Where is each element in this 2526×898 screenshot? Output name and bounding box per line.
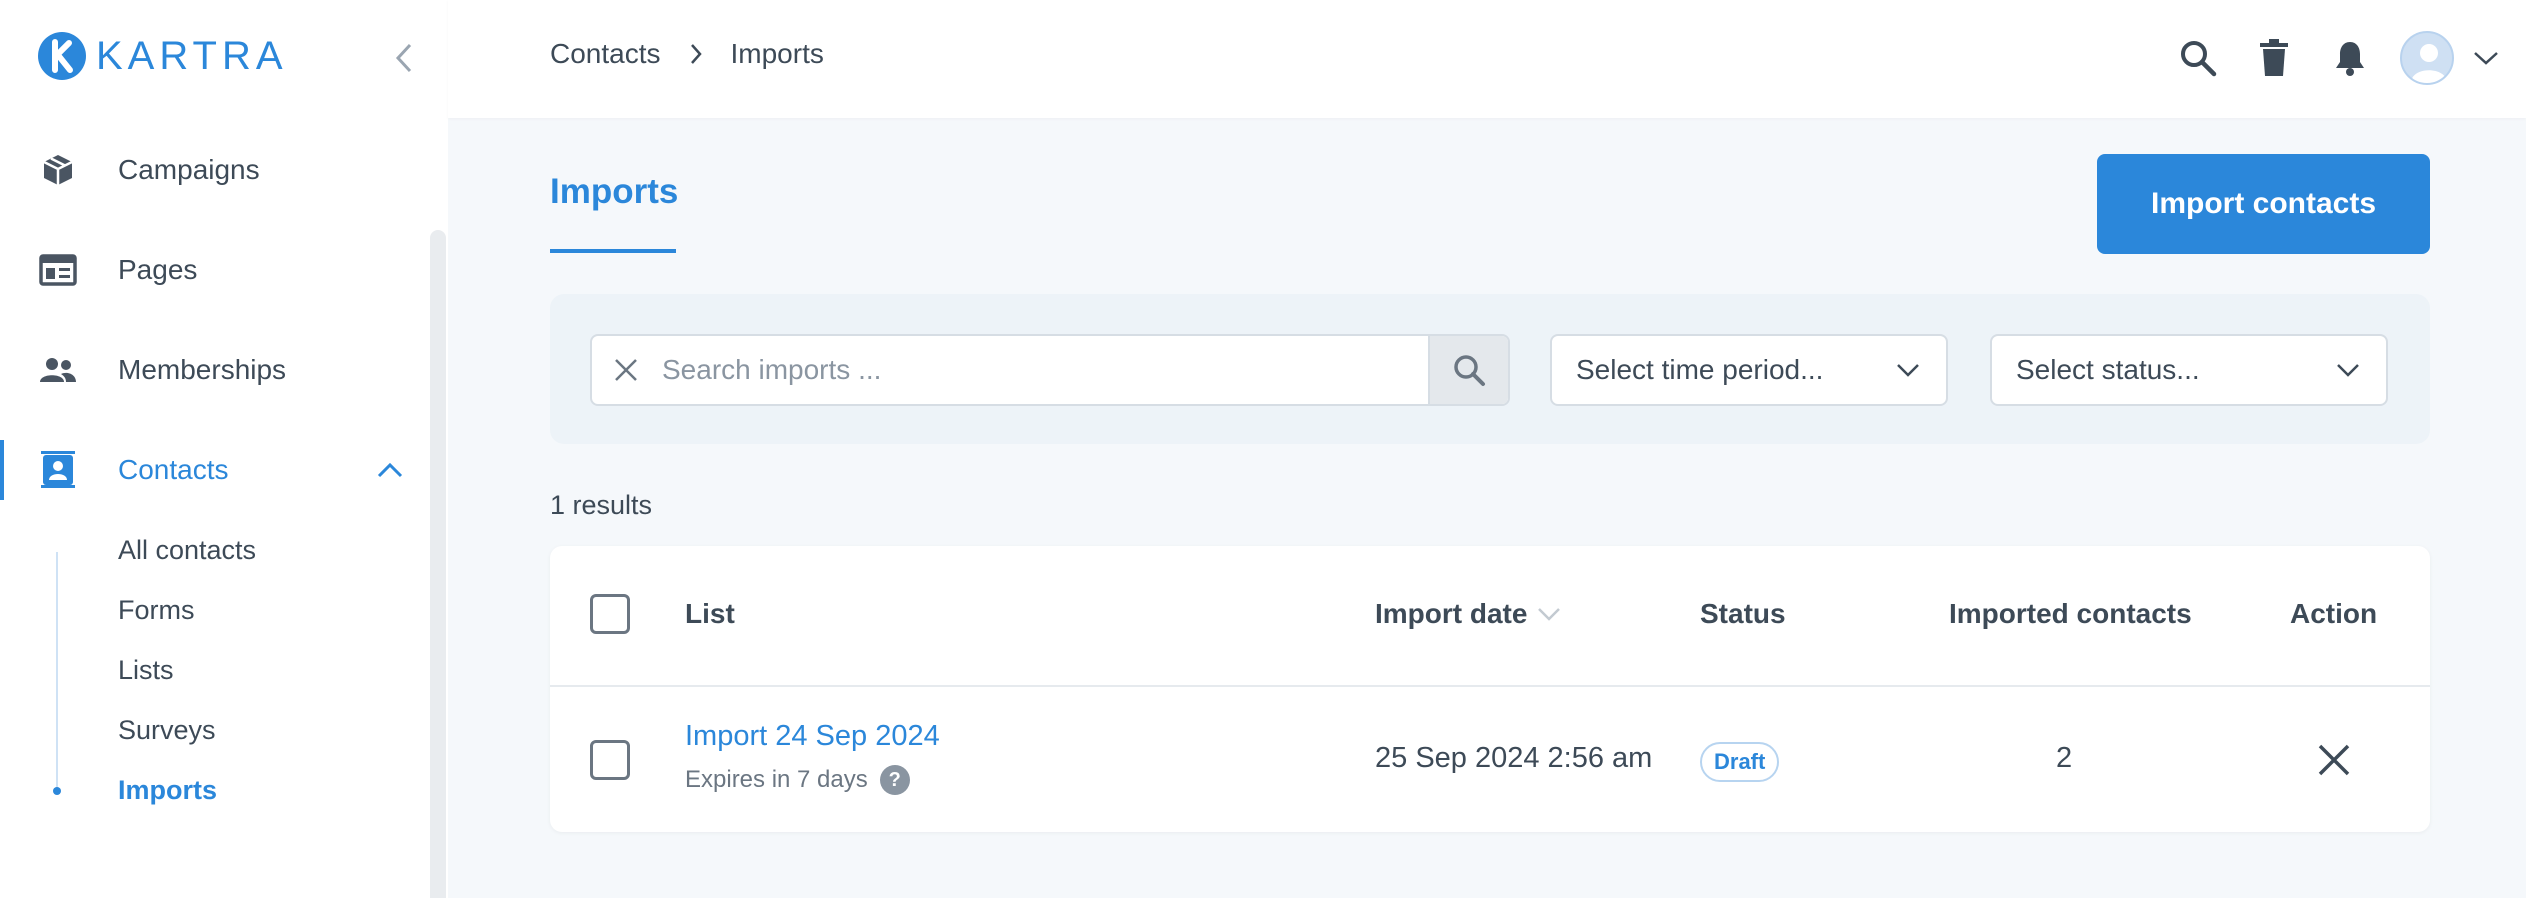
subnav-active-dot xyxy=(53,787,61,795)
user-silhouette-icon xyxy=(2411,44,2447,83)
chevron-down-icon[interactable] xyxy=(2466,38,2506,78)
search-button[interactable] xyxy=(1428,336,1508,404)
memberships-icon xyxy=(38,350,78,390)
tab-imports[interactable]: Imports xyxy=(550,172,678,212)
sidebar-item-label: Contacts xyxy=(118,454,229,485)
clear-search-icon[interactable] xyxy=(606,350,646,390)
sidebar-subitem-lists[interactable]: Lists xyxy=(118,655,174,686)
import-date-cell: 25 Sep 2024 2:56 am xyxy=(1375,742,1653,774)
import-expiry: Expires in 7 days ? xyxy=(685,765,910,795)
sidebar-item-contacts[interactable]: Contacts xyxy=(0,430,430,510)
delete-import-icon[interactable] xyxy=(2312,738,2356,782)
imported-contacts-cell: 2 xyxy=(2056,742,2073,774)
contacts-icon xyxy=(38,450,78,490)
status-select[interactable]: Select status... xyxy=(1990,334,2388,406)
table-divider xyxy=(550,685,2430,687)
chevron-down-icon xyxy=(1892,354,1924,386)
subnav-line xyxy=(56,552,58,792)
sidebar-item-label: Memberships xyxy=(118,354,287,385)
campaigns-icon xyxy=(38,150,78,190)
sidebar-item-label: Campaigns xyxy=(118,154,260,185)
sidebar-subitem-imports[interactable]: Imports xyxy=(118,775,217,806)
top-icons xyxy=(2152,30,2526,86)
column-header-label: Import date xyxy=(1375,598,1528,629)
pages-icon xyxy=(38,250,78,290)
top-bar: Contacts Imports xyxy=(448,0,2526,118)
search-icon xyxy=(1454,355,1485,386)
import-contacts-button[interactable]: Import contacts xyxy=(2097,154,2430,254)
trash-icon[interactable] xyxy=(2244,30,2304,86)
sidebar-scrollbar[interactable] xyxy=(430,230,446,898)
help-icon[interactable]: ? xyxy=(879,765,910,795)
sort-down-icon xyxy=(1538,608,1561,621)
bell-icon[interactable] xyxy=(2320,30,2380,86)
sidebar-item-campaigns[interactable]: Campaigns xyxy=(0,130,430,210)
time-period-value: Select time period... xyxy=(1576,354,1824,385)
column-header-action: Action xyxy=(2290,598,2378,629)
tab-underline xyxy=(550,249,676,253)
status-value: Select status... xyxy=(2016,354,2200,385)
sidebar-item-memberships[interactable]: Memberships xyxy=(0,330,430,410)
collapse-sidebar-button[interactable] xyxy=(384,38,424,78)
breadcrumb-imports: Imports xyxy=(730,38,824,69)
row-checkbox[interactable] xyxy=(590,740,630,780)
import-name-link[interactable]: Import 24 Sep 2024 xyxy=(685,720,940,753)
import-expiry-text: Expires in 7 days xyxy=(685,766,868,793)
select-all-checkbox[interactable] xyxy=(590,594,630,634)
time-period-select[interactable]: Select time period... xyxy=(1550,334,1948,406)
chevron-up-icon[interactable] xyxy=(372,452,408,488)
kartra-logo-text: KARTRA xyxy=(96,33,288,78)
sidebar-item-label: Pages xyxy=(118,254,198,285)
chevron-down-icon xyxy=(2332,354,2364,386)
search-input[interactable] xyxy=(662,346,1422,394)
user-avatar[interactable] xyxy=(2400,31,2454,85)
search-box xyxy=(590,334,1510,406)
imports-table: List Import date Status Imported contact… xyxy=(550,546,2430,832)
sidebar-subitem-all-contacts[interactable]: All contacts xyxy=(118,535,256,566)
column-header-imported-contacts: Imported contacts xyxy=(1949,598,2192,629)
breadcrumb: Contacts Imports xyxy=(550,38,824,70)
results-count: 1 results xyxy=(550,490,653,520)
column-header-status: Status xyxy=(1700,598,1786,629)
column-header-import-date[interactable]: Import date xyxy=(1375,598,1561,630)
column-header-list: List xyxy=(685,598,735,629)
sidebar: KARTRA Campaigns Pages Memberships Conta… xyxy=(0,0,448,898)
kartra-logo-mark xyxy=(38,32,86,80)
sidebar-item-pages[interactable]: Pages xyxy=(0,230,430,310)
chevron-right-icon xyxy=(689,43,703,65)
kartra-logo[interactable]: KARTRA xyxy=(36,30,288,82)
sidebar-subitem-forms[interactable]: Forms xyxy=(118,595,195,626)
sidebar-subitem-surveys[interactable]: Surveys xyxy=(118,715,216,746)
breadcrumb-contacts[interactable]: Contacts xyxy=(550,38,661,70)
chevron-left-icon xyxy=(395,43,412,73)
search-icon[interactable] xyxy=(2168,30,2228,86)
status-badge: Draft xyxy=(1700,742,1780,782)
filter-panel: Select time period... Select status... xyxy=(550,294,2430,444)
